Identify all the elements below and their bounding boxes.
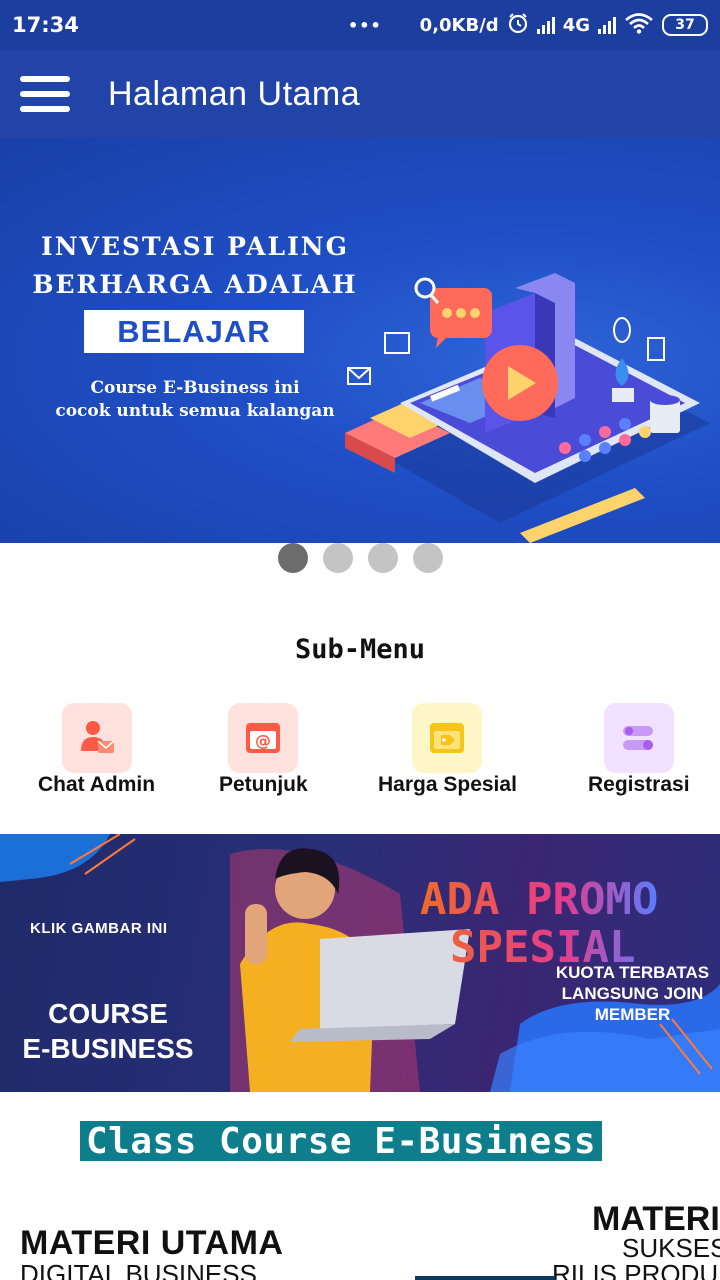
course-card-materi-sukses[interactable]: MATERI SUKSES RILIS PRODUK (552, 1202, 720, 1280)
carousel-indicator (0, 543, 720, 573)
wifi-icon (624, 12, 654, 39)
carousel-dot-2[interactable] (322, 543, 353, 573)
promo-banner[interactable]: KLIK GAMBAR INI COURSE E-BUSINESS ADA PR… (0, 834, 720, 1092)
hero-subtitle-2: cocok untuk semua kalangan (55, 401, 335, 421)
promo-kuota-line-3: MEMBER (594, 1005, 671, 1024)
page-title: Halaman Utama (108, 74, 361, 113)
promo-headline: ADA PROMO SPESIAL (420, 876, 658, 972)
submenu-chat-admin[interactable]: Chat Admin (38, 703, 155, 797)
hero-subtitle-1: Course E-Business ini (90, 378, 300, 398)
chat-admin-icon (61, 703, 132, 773)
course-card-divider (415, 1276, 555, 1280)
signal-1-icon (536, 16, 555, 34)
hero-line-2: BERHARGA ADALAH (32, 270, 358, 299)
alarm-icon (507, 12, 529, 39)
email-at-icon: @ (228, 703, 299, 773)
carousel-dot-4[interactable] (412, 543, 443, 573)
promo-course-title: COURSE E-BUSINESS (18, 996, 198, 1066)
home-screen: 17:34 ••• 0,0KB/d 4G 37 Halaman Utama IN… (0, 0, 720, 1280)
class-section-title: Class Course E-Business (80, 1121, 602, 1162)
course-card-subtitle: DIGITAL BUSINESS (20, 1259, 257, 1280)
submenu-harga-spesial[interactable]: Harga Spesial (378, 703, 517, 797)
menu-icon[interactable] (20, 74, 70, 114)
app-bar: Halaman Utama (0, 50, 720, 138)
network-type: 4G (562, 14, 590, 36)
carousel-dot-1[interactable] (277, 543, 308, 573)
submenu-title: Sub-Menu (294, 634, 426, 665)
network-speed: 0,0KB/d (419, 14, 499, 36)
submenu-label: Harga Spesial (378, 773, 517, 796)
promo-kuota-line-1: KUOTA TERBATAS (555, 963, 710, 982)
phone-learning-illustration (345, 273, 710, 543)
promo-kuota: KUOTA TERBATAS LANGSUNG JOIN MEMBER (545, 962, 720, 1025)
status-time: 17:34 (12, 13, 79, 37)
battery-icon: 37 (662, 14, 708, 36)
hero-banner[interactable]: INVESTASI PALING BERHARGA ADALAH BELAJAR… (0, 138, 720, 543)
promo-course-line-1: COURSE (48, 998, 168, 1029)
price-tag-icon (412, 703, 483, 773)
course-card-materi-utama[interactable]: MATERI UTAMA DIGITAL BUSINESS (20, 1226, 283, 1280)
submenu-registrasi[interactable]: Registrasi (588, 703, 690, 797)
carousel-dot-3[interactable] (367, 543, 398, 573)
more-notifications-icon: ••• (347, 15, 382, 35)
submenu-label: Chat Admin (38, 773, 156, 796)
status-indicators: ••• 0,0KB/d 4G 37 (348, 12, 708, 39)
submenu-label: Registrasi (588, 773, 690, 796)
course-card-subtitle-1: SUKSES (622, 1233, 720, 1263)
course-card-title: MATERI UTAMA (20, 1224, 284, 1262)
status-bar: 17:34 ••• 0,0KB/d 4G 37 (0, 0, 720, 50)
promo-kuota-line-2: LANGSUNG JOIN (561, 984, 704, 1003)
promo-headline-line-1: ADA PROMO (420, 874, 659, 925)
svg-text:@: @ (255, 731, 271, 750)
submenu-label: Petunjuk (219, 773, 308, 796)
course-card-subtitle-2: RILIS PRODUK (552, 1259, 720, 1280)
course-card-title: MATERI (592, 1202, 720, 1238)
signal-2-icon (598, 16, 616, 34)
promo-klik-text: KLIK GAMBAR INI (30, 920, 168, 937)
submenu-petunjuk[interactable]: @ Petunjuk (219, 703, 308, 797)
promo-course-line-2: E-BUSINESS (22, 1033, 194, 1064)
hero-highlight: BELAJAR (84, 310, 304, 353)
hero-line-1: INVESTASI PALING (41, 232, 349, 261)
toggle-list-icon (603, 703, 674, 773)
